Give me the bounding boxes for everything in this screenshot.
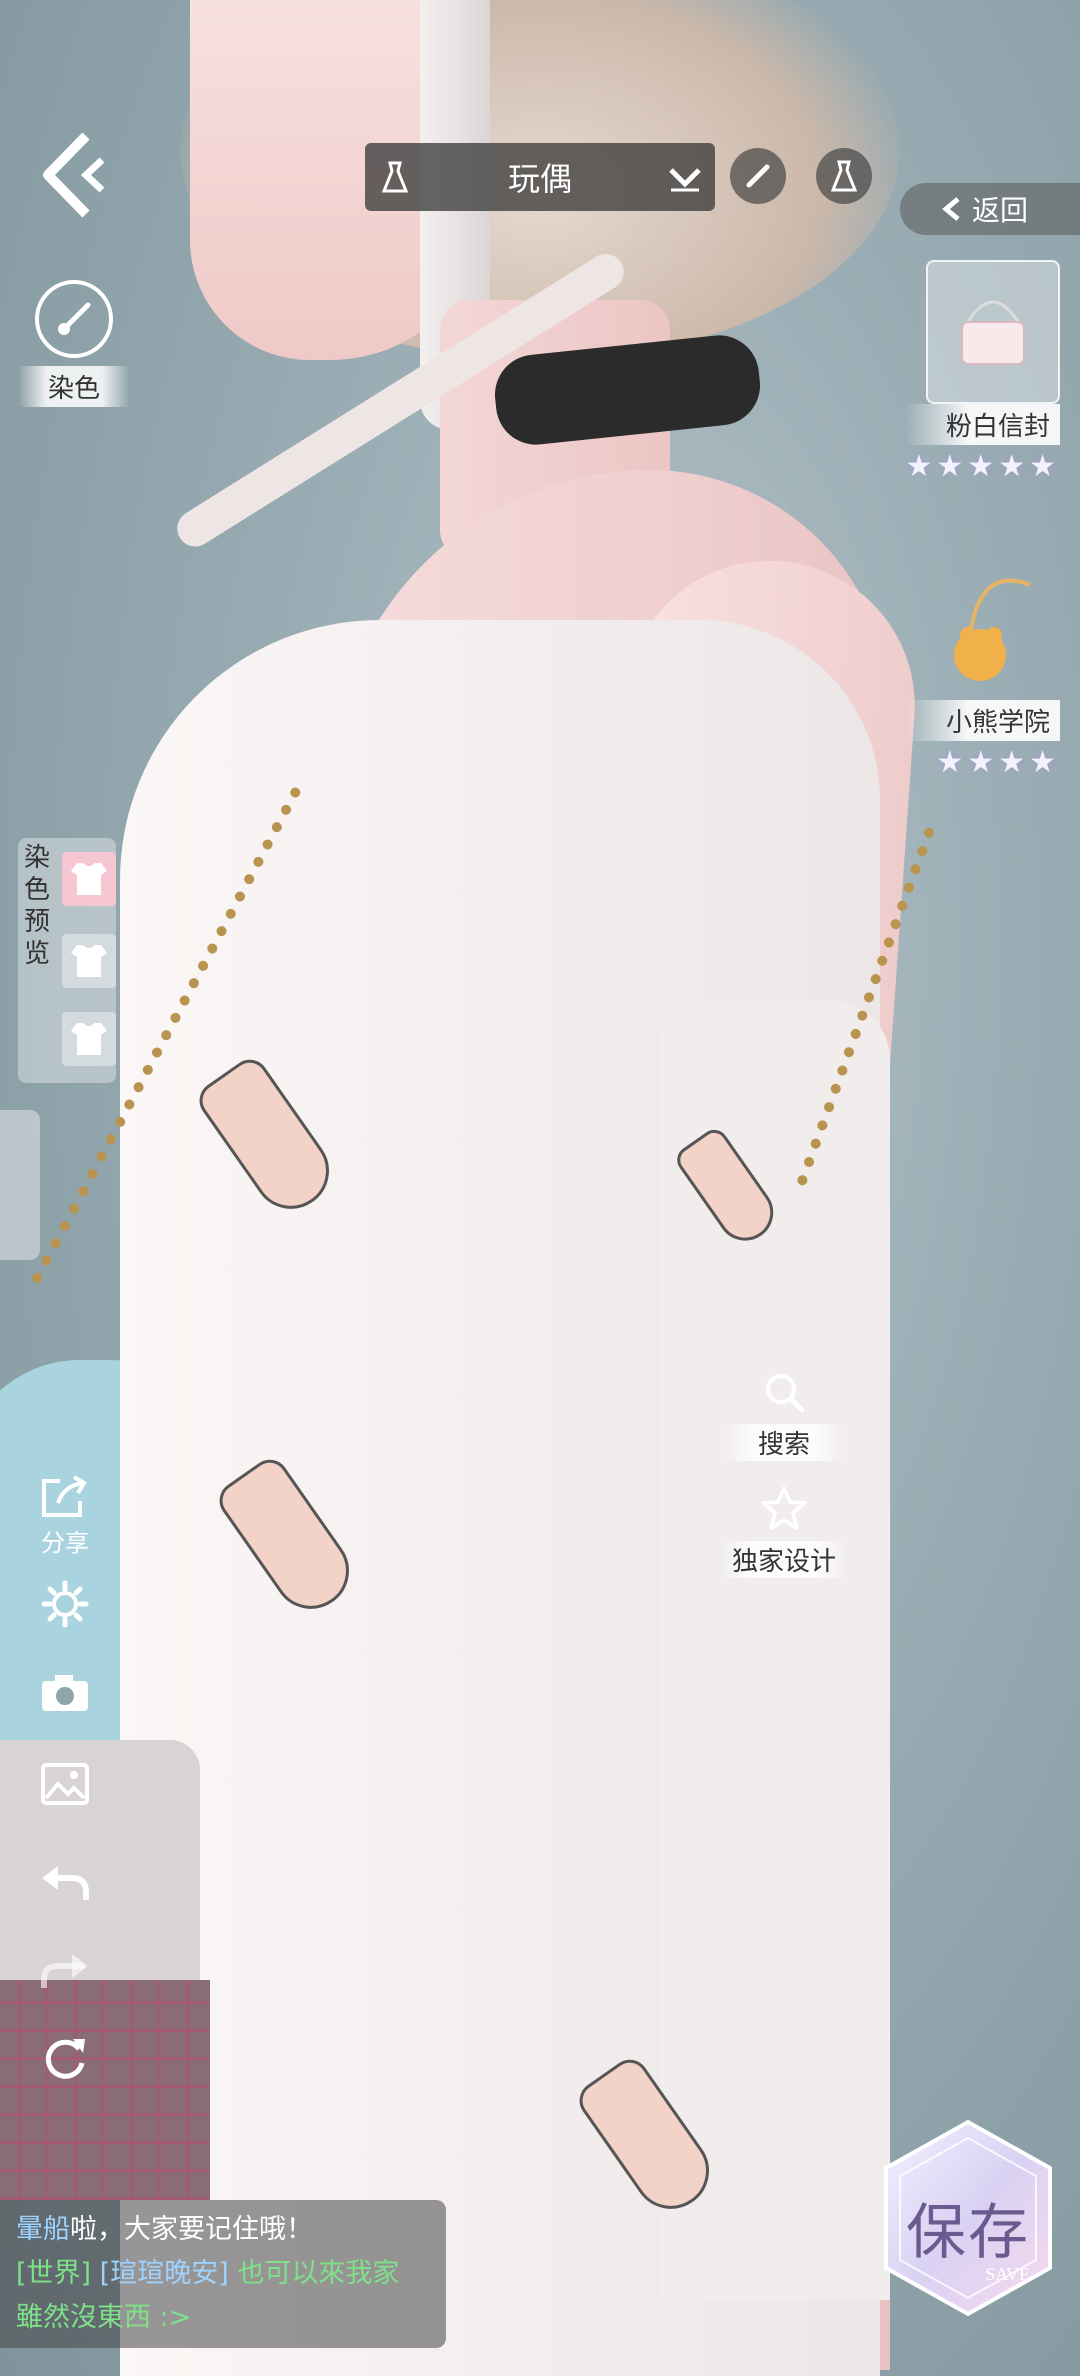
undo-icon: [42, 1866, 89, 1900]
reset-button[interactable]: [30, 2035, 100, 2087]
dress-icon: [365, 161, 425, 193]
envelope-bag-icon: [926, 260, 1060, 404]
dye-label: 染色: [18, 366, 130, 407]
search-icon: [766, 1374, 805, 1413]
dress-back: [660, 1000, 890, 2300]
category-dropdown[interactable]: 玩偶: [365, 143, 715, 211]
return-label: 返回: [972, 194, 1029, 227]
chat-message: 啦，大家要记住哦！: [70, 2214, 313, 2245]
category-title: 玩偶: [507, 160, 572, 198]
swatch-white-2[interactable]: [62, 1012, 116, 1066]
shirt-icon: [71, 863, 107, 895]
redo-icon: [41, 1954, 88, 1988]
item-card-envelope[interactable]: 粉白信封 ★★★★★: [880, 260, 1060, 484]
bear-charm-icon: [930, 560, 1060, 700]
chat-line: [世界] [瑄瑄晚安] 也可以來我家: [16, 2252, 430, 2296]
camera-icon: [42, 1675, 88, 1711]
settings-button[interactable]: [30, 1580, 100, 1632]
item-stars: ★★★★★: [905, 449, 1060, 484]
chat-box[interactable]: 暈船啦，大家要记住哦！ [世界] [瑄瑄晚安] 也可以來我家 雖然沒東西 :>: [0, 2200, 446, 2348]
side-drawer-tab[interactable]: [0, 1110, 40, 1260]
dress-icon: [831, 160, 857, 192]
save-sub-label: SAVE: [985, 2264, 1030, 2284]
search-label: 搜索: [724, 1424, 844, 1461]
back-arrow-icon: [43, 132, 105, 218]
chat-line: 暈船啦，大家要记住哦！: [16, 2208, 430, 2252]
chat-username: 暈船: [16, 2214, 70, 2245]
image-icon: [41, 1763, 89, 1805]
share-button[interactable]: 分享: [30, 1475, 100, 1558]
chevron-down-icon: [655, 162, 715, 192]
dye-preview-label: 染色预览: [24, 843, 51, 969]
brush-button[interactable]: [730, 148, 786, 204]
chat-message: 雖然沒東西 :>: [16, 2302, 192, 2333]
handbag-plaid: [0, 1980, 210, 2200]
chevron-left-icon: [942, 197, 960, 221]
exclusive-design-button[interactable]: 独家设计: [720, 1485, 848, 1578]
undo-button[interactable]: [30, 1862, 100, 1906]
search-button[interactable]: 搜索: [724, 1370, 844, 1461]
back-button[interactable]: [40, 130, 110, 220]
shirt-icon: [71, 945, 107, 977]
save-label: 保存: [906, 2198, 1030, 2268]
item-card-bear[interactable]: 小熊学院 ★★★★: [880, 560, 1060, 780]
return-button[interactable]: 返回: [900, 183, 1080, 235]
gallery-button[interactable]: [30, 1762, 100, 1810]
outfit-button[interactable]: [816, 148, 872, 204]
chat-line: 雖然沒東西 :>: [16, 2296, 430, 2340]
brush-icon: [746, 164, 770, 188]
chat-username: [瑄瑄晚安]: [99, 2258, 229, 2289]
share-icon: [42, 1475, 87, 1517]
dye-button[interactable]: 染色: [18, 280, 130, 407]
camera-button[interactable]: [30, 1672, 100, 1718]
dye-preview-panel[interactable]: 染色预览: [18, 838, 116, 1083]
redo-button[interactable]: [30, 1950, 100, 1994]
item-name: 小熊学院: [905, 700, 1060, 741]
share-label: 分享: [41, 1529, 89, 1557]
gear-icon: [41, 1580, 89, 1628]
swatch-pink[interactable]: [62, 852, 116, 906]
item-name: 粉白信封: [905, 404, 1060, 445]
chat-message: 也可以來我家: [237, 2258, 400, 2289]
refresh-icon: [45, 2039, 85, 2079]
item-stars: ★★★★: [936, 745, 1060, 780]
star-icon: [761, 1486, 807, 1530]
shirt-icon: [71, 1023, 107, 1055]
save-button[interactable]: 保存 SAVE: [880, 2118, 1056, 2318]
dye-brush-icon: [35, 280, 113, 358]
chat-channel: [世界]: [16, 2258, 92, 2289]
exclusive-design-label: 独家设计: [720, 1541, 848, 1578]
swatch-white[interactable]: [62, 934, 116, 988]
